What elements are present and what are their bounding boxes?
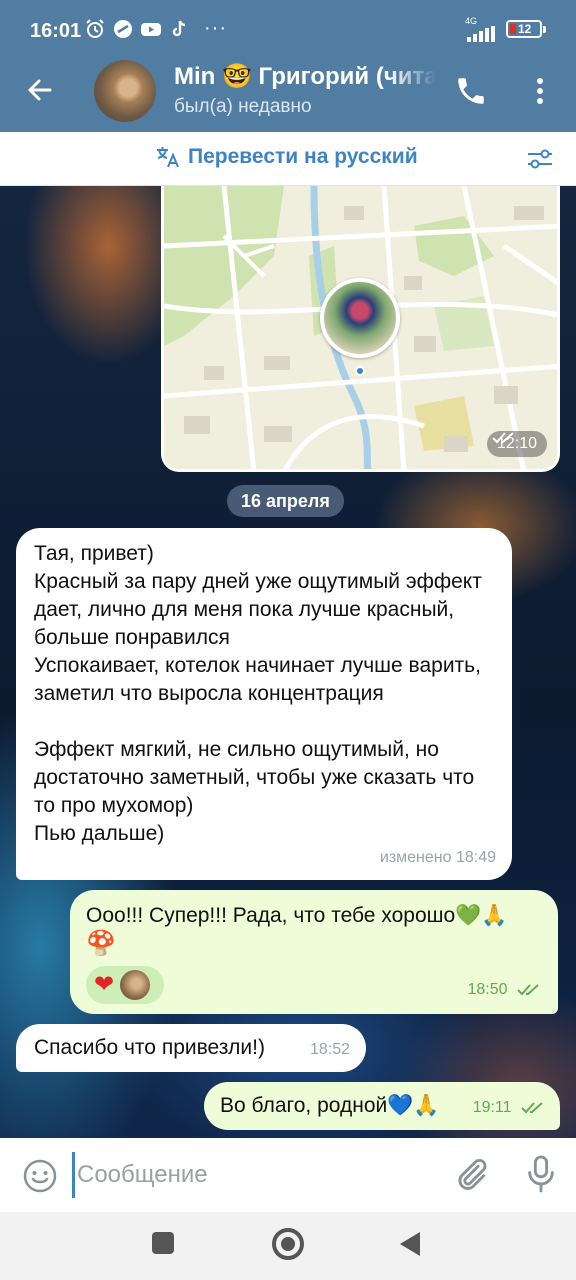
- opera-icon: [112, 18, 134, 40]
- translate-bar: Перевести на русский: [0, 132, 576, 186]
- live-location-message[interactable]: 12:10: [161, 186, 560, 472]
- message-text: Тая, привет) Красный за пару дней уже ощ…: [34, 542, 482, 845]
- date-separator: 16 апреля: [227, 485, 344, 517]
- emoji-icon[interactable]: [22, 1158, 58, 1194]
- composer-bar: [0, 1138, 576, 1212]
- location-avatar: [320, 278, 400, 358]
- alarm-icon: [84, 18, 106, 40]
- message-time: 18:52: [309, 1041, 350, 1058]
- message-text: Во благо, родной💙🙏: [220, 1094, 440, 1117]
- message-meta: изменено 18:49: [379, 849, 496, 866]
- location-pin-icon: [355, 366, 365, 376]
- translate-button[interactable]: Перевести на русский: [154, 144, 418, 170]
- status-time: 16:01: [30, 20, 82, 42]
- status-bar: 16:01 ··· 4G 12: [0, 0, 576, 58]
- reaction-chip[interactable]: ❤: [86, 966, 164, 1004]
- outgoing-message[interactable]: Во благо, родной💙🙏 19:11: [204, 1082, 560, 1130]
- translate-label: Перевести на русский: [188, 145, 418, 168]
- system-back-button[interactable]: [400, 1232, 420, 1256]
- translate-icon: [157, 147, 179, 168]
- phone-icon[interactable]: [454, 74, 488, 108]
- last-seen-status: был(а) недавно: [174, 96, 312, 117]
- recents-button[interactable]: [152, 1232, 174, 1254]
- message-text: Ооо!!! Супер!!! Рада, что тебе хорошо💚🙏: [86, 904, 508, 927]
- chat-header: 16:01 ··· 4G 12 Min 🤓 Григорий (чита был…: [0, 0, 576, 132]
- youtube-icon: [140, 18, 162, 40]
- incoming-message[interactable]: Спасибо что привезли!) 18:52: [16, 1024, 366, 1072]
- mushroom-sticker: 🍄: [86, 930, 116, 957]
- back-arrow-icon[interactable]: [24, 74, 56, 106]
- more-vert-icon[interactable]: [528, 74, 552, 108]
- contact-avatar[interactable]: [94, 60, 156, 122]
- attach-icon[interactable]: [452, 1156, 490, 1194]
- incoming-message[interactable]: Тая, привет) Красный за пару дней уже ощ…: [16, 528, 512, 880]
- contact-name[interactable]: Min 🤓 Григорий (читает): [174, 62, 436, 91]
- system-nav-bar: [0, 1212, 576, 1280]
- read-checks-icon: [517, 984, 539, 996]
- message-time: 18:50: [468, 976, 543, 1004]
- battery-icon: 12: [506, 20, 546, 38]
- notification-icons: ···: [84, 17, 227, 40]
- message-text: Спасибо что привезли!): [34, 1036, 265, 1059]
- tune-settings-icon[interactable]: [526, 146, 554, 172]
- network-type: 4G: [465, 16, 478, 26]
- message-input[interactable]: [72, 1152, 432, 1198]
- battery-level: 12: [518, 22, 532, 36]
- reactor-avatar: [120, 970, 151, 1000]
- home-button[interactable]: [272, 1228, 304, 1260]
- read-checks-icon: [521, 1102, 543, 1114]
- outgoing-message[interactable]: Ооо!!! Супер!!! Рада, что тебе хорошо💚🙏 …: [70, 890, 558, 1014]
- signal-icon: 4G: [463, 16, 501, 42]
- message-time: 19:11: [473, 1094, 546, 1122]
- more-notifications-icon: ···: [204, 17, 227, 39]
- chat-messages-area[interactable]: 12:10 16 апреля Тая, привет) Красный за …: [0, 186, 576, 1138]
- read-checks-icon: [492, 432, 514, 444]
- microphone-icon[interactable]: [524, 1154, 558, 1194]
- message-time: 12:10: [486, 431, 547, 457]
- tiktok-icon: [168, 18, 190, 40]
- heart-icon: ❤: [94, 971, 115, 998]
